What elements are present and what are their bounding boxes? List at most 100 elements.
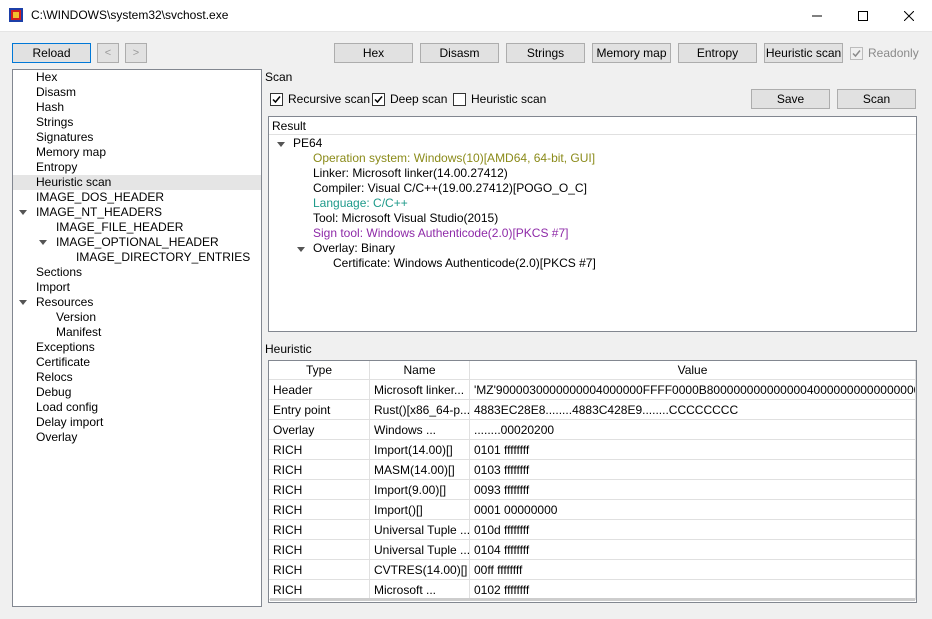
- tree-item-image-dos-header[interactable]: IMAGE_DOS_HEADER: [36, 190, 164, 205]
- result-tree: Result PE64 Operation system: Windows(10…: [268, 116, 917, 332]
- result-item[interactable]: Overlay: Binary: [313, 241, 395, 256]
- cell-value[interactable]: 00ff ffffffff: [470, 560, 916, 580]
- horizontal-scrollbar[interactable]: [270, 598, 915, 601]
- tree-item-overlay[interactable]: Overlay: [36, 430, 77, 445]
- tree-item-import[interactable]: Import: [36, 280, 70, 295]
- cell-name[interactable]: Windows ...: [370, 420, 470, 440]
- cell-type[interactable]: RICH: [269, 440, 370, 460]
- cell-name[interactable]: MASM(14.00)[]: [370, 460, 470, 480]
- deep-scan-checkbox[interactable]: Deep scan: [372, 91, 447, 107]
- cell-name[interactable]: Universal Tuple ...: [370, 540, 470, 560]
- cell-value[interactable]: 0104 ffffffff: [470, 540, 916, 560]
- cell-name[interactable]: Import()[]: [370, 500, 470, 520]
- column-header-value[interactable]: Value: [470, 361, 916, 380]
- cell-name[interactable]: Microsoft ...: [370, 580, 470, 600]
- expand-arrow-icon[interactable]: [19, 210, 27, 215]
- forward-button[interactable]: >: [125, 43, 147, 63]
- column-header-name[interactable]: Name: [370, 361, 470, 380]
- expand-arrow-icon[interactable]: [39, 240, 47, 245]
- tree-item-image-optional-header[interactable]: IMAGE_OPTIONAL_HEADER: [56, 235, 219, 250]
- result-item[interactable]: Language: C/C++: [313, 196, 408, 211]
- cell-name[interactable]: Rust()[x86_64-p...: [370, 400, 470, 420]
- back-button[interactable]: <: [97, 43, 119, 63]
- cell-type[interactable]: RICH: [269, 560, 370, 580]
- result-item[interactable]: Sign tool: Windows Authenticode(2.0)[PKC…: [313, 226, 568, 241]
- expand-arrow-icon[interactable]: [19, 300, 27, 305]
- tab-strings[interactable]: Strings: [506, 43, 585, 63]
- cell-type[interactable]: RICH: [269, 480, 370, 500]
- expand-arrow-icon[interactable]: [277, 142, 285, 147]
- save-button[interactable]: Save: [751, 89, 830, 109]
- tree-item-version[interactable]: Version: [56, 310, 96, 325]
- tree-item-delay-import[interactable]: Delay import: [36, 415, 103, 430]
- readonly-checkbox[interactable]: Readonly: [850, 45, 919, 61]
- cell-name[interactable]: CVTRES(14.00)[]: [370, 560, 470, 580]
- expand-arrow-icon[interactable]: [297, 247, 305, 252]
- result-item[interactable]: Tool: Microsoft Visual Studio(2015): [313, 211, 498, 226]
- result-item[interactable]: Compiler: Visual C/C++(19.00.27412)[POGO…: [313, 181, 587, 196]
- heuristic-scan-checkbox[interactable]: Heuristic scan: [453, 91, 546, 107]
- cell-value[interactable]: 0001 00000000: [470, 500, 916, 520]
- cell-type[interactable]: Overlay: [269, 420, 370, 440]
- minimize-icon: [812, 15, 822, 16]
- cell-value[interactable]: 'MZ'9000030000000004000000FFFF0000B80000…: [470, 380, 916, 400]
- structure-tree: Hex Disasm Hash Strings Signatures Memor…: [12, 69, 262, 607]
- cell-type[interactable]: RICH: [269, 460, 370, 480]
- cell-value[interactable]: 0102 ffffffff: [470, 580, 916, 600]
- window-title: C:\WINDOWS\system32\svchost.exe: [31, 8, 229, 22]
- tree-item-strings[interactable]: Strings: [36, 115, 73, 130]
- tab-hex[interactable]: Hex: [334, 43, 413, 63]
- tree-item-image-directory-entries[interactable]: IMAGE_DIRECTORY_ENTRIES: [76, 250, 250, 265]
- cell-type[interactable]: RICH: [269, 580, 370, 600]
- recursive-scan-checkbox[interactable]: Recursive scan: [270, 91, 370, 107]
- tab-entropy[interactable]: Entropy: [678, 43, 757, 63]
- tab-disasm[interactable]: Disasm: [420, 43, 499, 63]
- tree-item-entropy[interactable]: Entropy: [36, 160, 77, 175]
- cell-value[interactable]: 0101 ffffffff: [470, 440, 916, 460]
- cell-value[interactable]: 010d ffffffff: [470, 520, 916, 540]
- tree-item-sections[interactable]: Sections: [36, 265, 82, 280]
- cell-type[interactable]: RICH: [269, 500, 370, 520]
- tree-item-certificate[interactable]: Certificate: [36, 355, 90, 370]
- result-item[interactable]: PE64: [293, 136, 322, 151]
- cell-value[interactable]: 0103 ffffffff: [470, 460, 916, 480]
- tree-item-disasm[interactable]: Disasm: [36, 85, 76, 100]
- minimize-button[interactable]: [794, 0, 840, 31]
- tree-item-relocs[interactable]: Relocs: [36, 370, 73, 385]
- tree-item-debug[interactable]: Debug: [36, 385, 71, 400]
- maximize-button[interactable]: [840, 0, 886, 31]
- cell-type[interactable]: Entry point: [269, 400, 370, 420]
- tree-item-signatures[interactable]: Signatures: [36, 130, 93, 145]
- cell-type[interactable]: RICH: [269, 520, 370, 540]
- tree-item-image-file-header[interactable]: IMAGE_FILE_HEADER: [56, 220, 183, 235]
- tree-item-hex[interactable]: Hex: [36, 70, 57, 85]
- tree-item-hash[interactable]: Hash: [36, 100, 64, 115]
- result-item[interactable]: Linker: Microsoft linker(14.00.27412): [313, 166, 508, 181]
- cell-value[interactable]: 0093 ffffffff: [470, 480, 916, 500]
- tree-item-exceptions[interactable]: Exceptions: [36, 340, 95, 355]
- cell-type[interactable]: RICH: [269, 540, 370, 560]
- cell-name[interactable]: Import(9.00)[]: [370, 480, 470, 500]
- cell-name[interactable]: Import(14.00)[]: [370, 440, 470, 460]
- result-item[interactable]: Certificate: Windows Authenticode(2.0)[P…: [333, 256, 596, 271]
- cell-value[interactable]: ........00020200: [470, 420, 916, 440]
- result-item[interactable]: Operation system: Windows(10)[AMD64, 64-…: [313, 151, 595, 166]
- tab-memory-map[interactable]: Memory map: [592, 43, 671, 63]
- cell-name[interactable]: Universal Tuple ...: [370, 520, 470, 540]
- result-header: Result: [269, 117, 916, 135]
- cell-name[interactable]: Microsoft linker...: [370, 380, 470, 400]
- reload-button[interactable]: Reload: [12, 43, 91, 63]
- column-header-type[interactable]: Type: [269, 361, 370, 380]
- tree-item-image-nt-headers[interactable]: IMAGE_NT_HEADERS: [36, 205, 162, 220]
- tree-item-resources[interactable]: Resources: [36, 295, 93, 310]
- tree-item-manifest[interactable]: Manifest: [56, 325, 101, 340]
- tab-heuristic-scan[interactable]: Heuristic scan: [764, 43, 843, 63]
- cell-value[interactable]: 4883EC28E8........4883C428E9........CCCC…: [470, 400, 916, 420]
- tree-item-load-config[interactable]: Load config: [36, 400, 98, 415]
- maximize-icon: [858, 10, 868, 21]
- scan-button[interactable]: Scan: [837, 89, 916, 109]
- cell-type[interactable]: Header: [269, 380, 370, 400]
- tree-item-memory-map[interactable]: Memory map: [36, 145, 106, 160]
- tree-item-heuristic-scan[interactable]: Heuristic scan: [36, 175, 111, 190]
- close-button[interactable]: [886, 0, 932, 31]
